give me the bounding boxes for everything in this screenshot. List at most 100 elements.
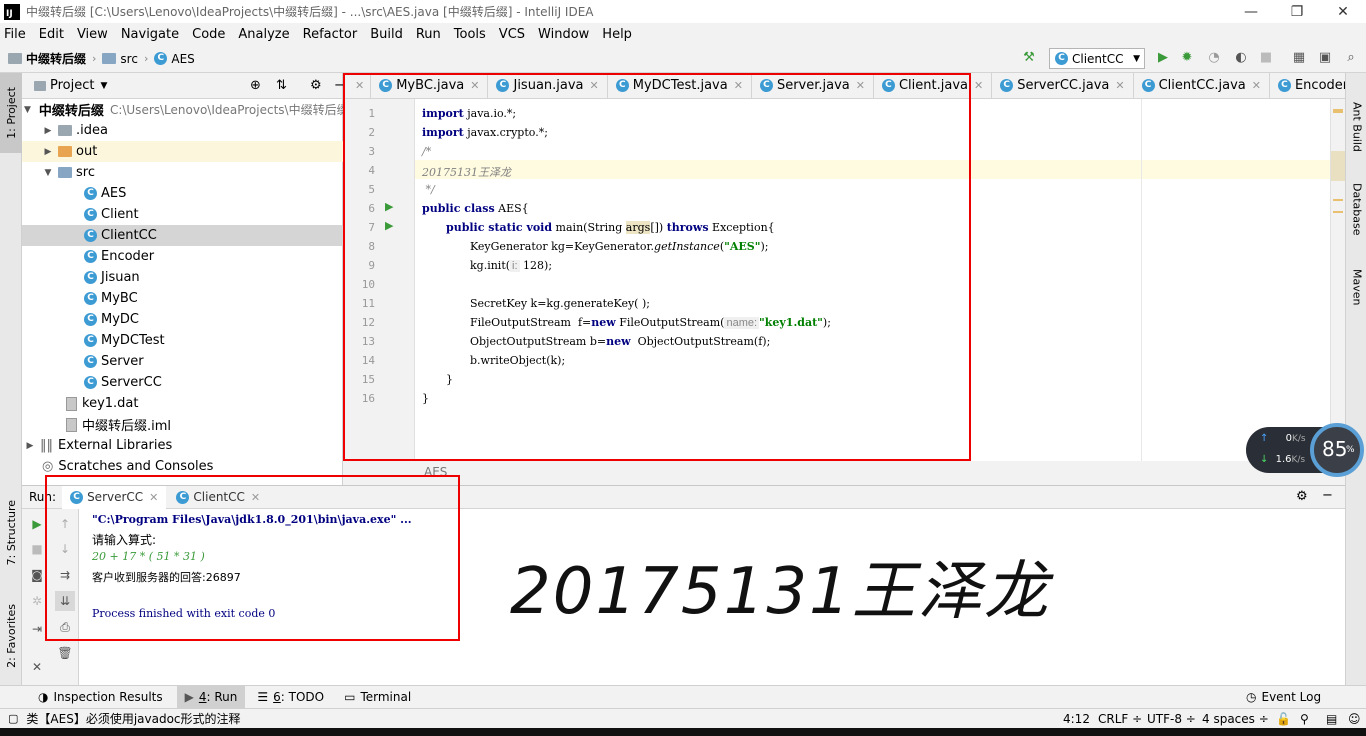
minimize-panel-icon[interactable]: −	[1322, 488, 1333, 503]
indent-setting[interactable]: 4 spaces ÷	[1202, 712, 1269, 726]
tree-item-class[interactable]: C Encoder	[22, 246, 343, 267]
close-button[interactable]: ✕	[1320, 4, 1366, 20]
menu-run[interactable]: Run	[416, 27, 441, 42]
editor-tab[interactable]: C ServerCC.java ✕	[992, 73, 1134, 98]
status-message[interactable]: 类【AES】必须使用javadoc形式的注释	[26, 710, 240, 727]
database-tab[interactable]: Database	[1346, 169, 1366, 249]
chevron-down-icon[interactable]: ▼	[100, 81, 107, 91]
git-icon[interactable]: ⚲	[1300, 712, 1309, 726]
tree-item-class[interactable]: C ServerCC	[22, 372, 343, 393]
tab-todo[interactable]: ☰ 6: TODO	[249, 686, 332, 708]
tree-item-class[interactable]: C Server	[22, 351, 343, 372]
tab-run[interactable]: ▶ 4: Run	[176, 686, 246, 708]
project-tool-tab[interactable]: 1: Project	[0, 73, 22, 153]
search-icon[interactable]: ⌕	[1344, 51, 1358, 65]
menu-code[interactable]: Code	[192, 27, 225, 42]
gear-icon[interactable]: ⚙	[310, 78, 322, 93]
tree-item-file[interactable]: key1.dat	[22, 393, 343, 414]
run-icon[interactable]: ▶	[1156, 51, 1170, 65]
menu-edit[interactable]: Edit	[39, 27, 64, 42]
stop-icon[interactable]: ■	[29, 541, 45, 557]
profile-icon[interactable]: ◐	[1234, 51, 1248, 65]
menu-file[interactable]: File	[4, 27, 26, 42]
lock-icon[interactable]: 🔓	[1276, 712, 1291, 726]
ant-build-tab[interactable]: Ant Build	[1346, 87, 1366, 167]
tree-item-scratches[interactable]: ◎ Scratches and Consoles	[22, 456, 343, 477]
tree-item-class[interactable]: C MyBC	[22, 288, 343, 309]
tab-terminal[interactable]: ▭ Terminal	[336, 686, 419, 708]
tree-item-class[interactable]: C AES	[22, 183, 343, 204]
breadcrumb-separator-icon: ›	[92, 52, 97, 65]
tree-item-class[interactable]: C Client	[22, 204, 343, 225]
collapse-all-icon[interactable]: ⇅	[276, 78, 287, 93]
collapsed-arrow-icon[interactable]: ▶	[24, 441, 36, 451]
user-icon[interactable]: ☺	[1348, 712, 1361, 726]
breadcrumb-src[interactable]: src	[120, 52, 138, 66]
tree-item-src[interactable]: ▼ src	[22, 162, 343, 183]
menu-tools[interactable]: Tools	[454, 27, 486, 42]
settings-icon[interactable]: ✲	[29, 593, 45, 609]
tree-item-label: src	[76, 165, 95, 180]
rerun-icon[interactable]: ▶	[29, 516, 45, 532]
tree-item-file[interactable]: 中缀转后缀.iml	[22, 414, 343, 435]
maven-tab[interactable]: Maven	[1346, 255, 1366, 319]
camera-icon[interactable]: ◙	[29, 567, 45, 583]
tab-inspection-results[interactable]: ◑ Inspection Results	[30, 686, 171, 708]
project-structure-icon[interactable]: ▦	[1292, 51, 1306, 65]
structure-tool-tab[interactable]: 7: Structure	[0, 488, 22, 578]
run-config-select[interactable]: C ClientCC ▼	[1049, 48, 1145, 69]
menu-help[interactable]: Help	[602, 27, 632, 42]
tree-item-class[interactable]: C Jisuan	[22, 267, 343, 288]
layout-icon[interactable]: ▣	[1318, 51, 1332, 65]
tree-item-out[interactable]: ▶ out	[22, 141, 343, 162]
caret-position[interactable]: 4:12	[1063, 712, 1090, 726]
menu-vcs[interactable]: VCS	[499, 27, 525, 42]
tree-item-class-selected[interactable]: C ClientCC	[22, 225, 343, 246]
tree-root[interactable]: ▼ 中缀转后缀 C:\Users\Lenovo\IdeaProjects\中缀转…	[22, 99, 343, 120]
cpu-gauge[interactable]: 85 %	[1310, 423, 1364, 477]
structure-tool-label: 7: Structure	[4, 500, 18, 566]
editor-scrollbar[interactable]	[1330, 99, 1345, 461]
menu-build[interactable]: Build	[370, 27, 403, 42]
tree-item-idea[interactable]: ▶ .idea	[22, 120, 343, 141]
locate-icon[interactable]: ⊕	[250, 78, 261, 93]
close-icon[interactable]: ✕	[1115, 79, 1124, 92]
tree-item-external-libs[interactable]: ▶ ‖‖ External Libraries	[22, 435, 343, 456]
menu-view[interactable]: View	[77, 27, 108, 42]
expand-arrow-icon[interactable]: ▼	[24, 105, 31, 115]
stop-icon[interactable]: ■	[1259, 51, 1273, 65]
minimize-button[interactable]: —	[1228, 4, 1274, 20]
hammer-build-icon[interactable]: ⚒	[1022, 51, 1036, 65]
project-tool-label: 1: Project	[4, 87, 18, 139]
collapsed-arrow-icon[interactable]: ▶	[42, 126, 54, 136]
tree-item-class[interactable]: C MyDC	[22, 309, 343, 330]
status-square-icon[interactable]: ▢	[8, 712, 18, 725]
pin-icon[interactable]: ✕	[29, 659, 45, 675]
menu-window[interactable]: Window	[538, 27, 589, 42]
close-icon[interactable]: ✕	[1252, 79, 1261, 92]
maximize-button[interactable]: ❐	[1274, 4, 1320, 20]
exit-icon[interactable]: ⇥	[29, 621, 45, 637]
tab-event-log[interactable]: ◷ Event Log	[1238, 686, 1329, 708]
trash-icon[interactable]: 🗑	[57, 645, 73, 661]
menu-refactor[interactable]: Refactor	[303, 27, 358, 42]
expand-arrow-icon[interactable]: ▼	[42, 168, 54, 178]
editor-tab[interactable]: CEncoder.java✕	[1270, 73, 1345, 98]
file-encoding[interactable]: UTF-8 ÷	[1147, 712, 1196, 726]
gear-icon[interactable]: ⚙	[1296, 489, 1308, 504]
memory-icon[interactable]: ▤	[1326, 712, 1337, 726]
favorites-tool-tab[interactable]: 2: Favorites	[0, 593, 22, 678]
collapsed-arrow-icon[interactable]: ▶	[42, 147, 54, 157]
line-separator[interactable]: CRLF ÷	[1098, 712, 1142, 726]
menu-analyze[interactable]: Analyze	[238, 27, 289, 42]
coverage-icon[interactable]: ◔	[1207, 51, 1221, 65]
editor-tab[interactable]: C ClientCC.java ✕	[1134, 73, 1270, 98]
tree-item-class[interactable]: C MyDCTest	[22, 330, 343, 351]
class-icon: C	[154, 52, 168, 65]
menu-navigate[interactable]: Navigate	[121, 27, 179, 42]
breadcrumb-project[interactable]: 中缀转后缀	[26, 50, 86, 67]
project-panel-title[interactable]: Project	[50, 78, 94, 93]
debug-icon[interactable]: ✹	[1180, 51, 1194, 65]
close-icon[interactable]: ✕	[974, 79, 983, 92]
breadcrumb-file[interactable]: AES	[171, 52, 194, 66]
